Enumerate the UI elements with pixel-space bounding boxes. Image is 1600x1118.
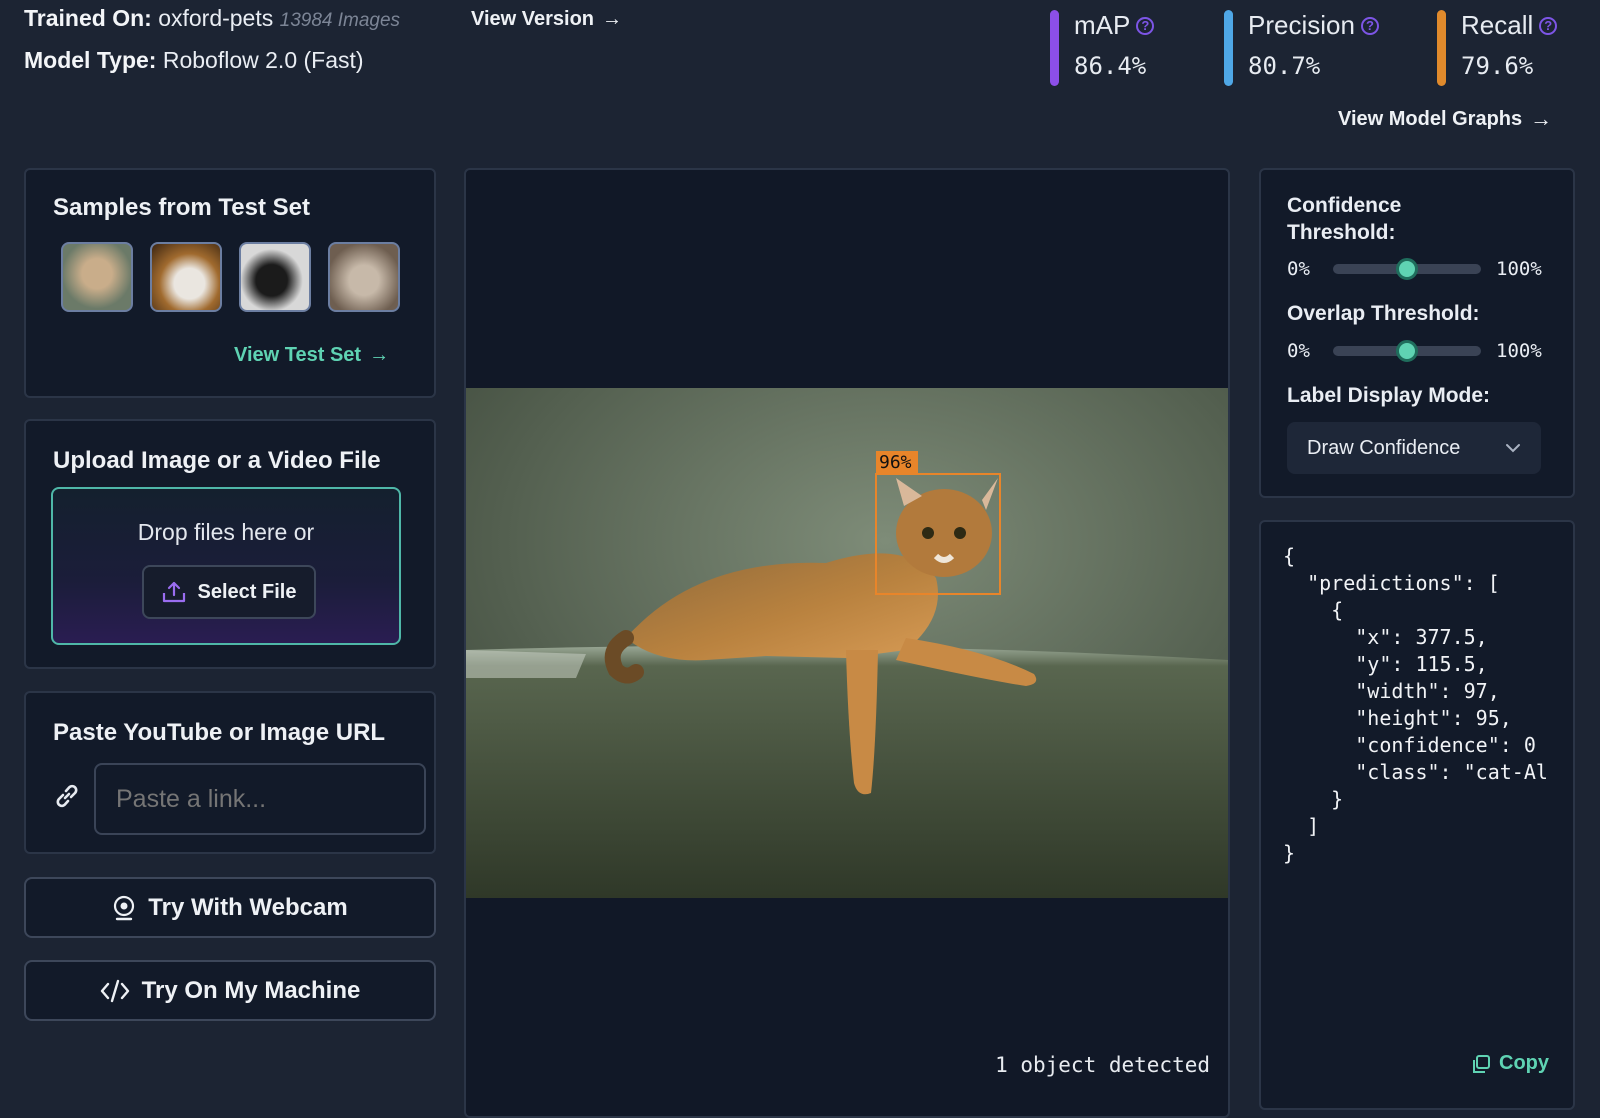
metric-bar — [1437, 10, 1446, 86]
view-test-set-link[interactable]: View Test Set → — [234, 344, 389, 367]
json-output-card: { "predictions": [ { "x": 377.5, "y": 11… — [1259, 520, 1575, 1110]
metric-value: 86.4% — [1074, 52, 1147, 80]
copy-label: Copy — [1499, 1052, 1549, 1074]
confidence-max: 100% — [1496, 258, 1542, 280]
help-icon[interactable]: ? — [1136, 16, 1155, 35]
pug-thumbnail[interactable] — [61, 242, 133, 312]
json-line: } — [1283, 787, 1344, 811]
arrow-right-icon: → — [369, 344, 390, 366]
confidence-label: Confidence Threshold: — [1287, 194, 1402, 244]
metric-bar — [1050, 10, 1059, 86]
arrow-right-icon: → — [1530, 106, 1553, 131]
view-model-graphs-link[interactable]: View Model Graphs → — [1338, 106, 1552, 132]
metric-name: mAP — [1074, 10, 1131, 40]
model-type-row: Model Type: Roboflow 2.0 (Fast) — [24, 47, 364, 74]
copy-button[interactable]: Copy — [1471, 1052, 1549, 1075]
json-line: "class": "cat-Al — [1283, 760, 1548, 784]
help-icon[interactable]: ? — [1360, 16, 1379, 35]
fluffy-cat-thumbnail[interactable] — [328, 242, 400, 312]
upload-icon — [162, 581, 185, 603]
confidence-min: 0% — [1287, 258, 1310, 280]
box-confidence-label: 96% — [879, 452, 912, 473]
view-version-label: View Version — [471, 8, 595, 30]
code-icon — [100, 979, 129, 1002]
black-terrier-thumbnail[interactable] — [239, 242, 311, 312]
metric-value: 79.6% — [1461, 52, 1534, 80]
detection-status: 1 object detected — [995, 1053, 1210, 1077]
overlap-min: 0% — [1287, 340, 1310, 362]
image-count: 13984 Images — [279, 10, 401, 31]
drop-text: Drop files here or — [137, 519, 315, 545]
upload-title: Upload Image or a Video File — [53, 447, 381, 474]
white-cat-thumbnail[interactable] — [150, 242, 222, 312]
copy-icon — [1473, 1054, 1490, 1073]
confidence-slider-thumb[interactable] — [1396, 258, 1418, 280]
metric-bar — [1224, 10, 1233, 86]
view-test-set-label: View Test Set — [234, 344, 362, 366]
json-line: "predictions": [ — [1283, 571, 1500, 595]
url-card: Paste YouTube or Image URL — [24, 691, 436, 854]
metric-name: Precision — [1248, 10, 1355, 40]
cat-photo — [466, 388, 1228, 898]
machine-button[interactable]: Try On My Machine — [24, 960, 436, 1021]
metric-name: Recall — [1461, 10, 1534, 40]
trained-on-value: oxford-pets — [158, 5, 274, 31]
view-model-graphs-label: View Model Graphs — [1338, 107, 1523, 130]
webcam-label: Try With Webcam — [148, 893, 348, 921]
label-mode-label: Label Display Mode: — [1287, 384, 1491, 407]
overlap-label: Overlap Threshold: — [1287, 302, 1480, 325]
machine-label: Try On My Machine — [141, 976, 361, 1004]
json-line: ] — [1283, 814, 1320, 838]
overlap-slider-thumb[interactable] — [1396, 340, 1418, 362]
json-line: "height": 95, — [1283, 706, 1512, 730]
file-dropzone[interactable]: Drop files here or Select File — [51, 487, 401, 645]
url-input[interactable] — [94, 763, 426, 835]
image-viewer: 96% 1 object detected — [464, 168, 1230, 1118]
samples-title: Samples from Test Set — [53, 194, 310, 221]
label-mode-select[interactable]: Draw Confidence — [1287, 422, 1541, 474]
controls-card: Confidence Threshold: 0% 100% Overlap Th… — [1259, 168, 1575, 498]
json-line: { — [1283, 544, 1296, 568]
json-line: "confidence": 0 — [1283, 733, 1536, 757]
link-icon — [56, 784, 78, 808]
overlap-max: 100% — [1496, 340, 1542, 362]
model-type-value: Roboflow 2.0 (Fast) — [162, 47, 364, 73]
detection-image: 96% — [466, 388, 1228, 898]
trained-on-row: Trained On: oxford-pets 13984 Images — [24, 5, 400, 32]
model-type-label: Model Type: — [24, 47, 157, 73]
webcam-button[interactable]: Try With Webcam — [24, 877, 436, 938]
view-version-link[interactable]: View Version → — [471, 8, 622, 31]
json-line: "x": 377.5, — [1283, 625, 1488, 649]
json-line: "width": 97, — [1283, 679, 1500, 703]
help-icon[interactable]: ? — [1539, 16, 1558, 35]
select-file-button[interactable]: Select File — [142, 565, 316, 619]
url-title: Paste YouTube or Image URL — [53, 719, 386, 746]
json-line: } — [1283, 841, 1296, 865]
upload-card: Upload Image or a Video File Drop files … — [24, 419, 436, 669]
json-line: "y": 115.5, — [1283, 652, 1488, 676]
arrow-right-icon: → — [602, 8, 623, 30]
chevron-down-icon — [1506, 444, 1520, 453]
webcam-icon — [114, 895, 135, 920]
trained-on-label: Trained On: — [24, 5, 152, 31]
select-file-label: Select File — [197, 580, 297, 603]
label-mode-value: Draw Confidence — [1307, 436, 1461, 459]
metric-value: 80.7% — [1248, 52, 1321, 80]
samples-card: Samples from Test Set View Test Set → — [24, 168, 436, 398]
json-line: { — [1283, 598, 1344, 622]
